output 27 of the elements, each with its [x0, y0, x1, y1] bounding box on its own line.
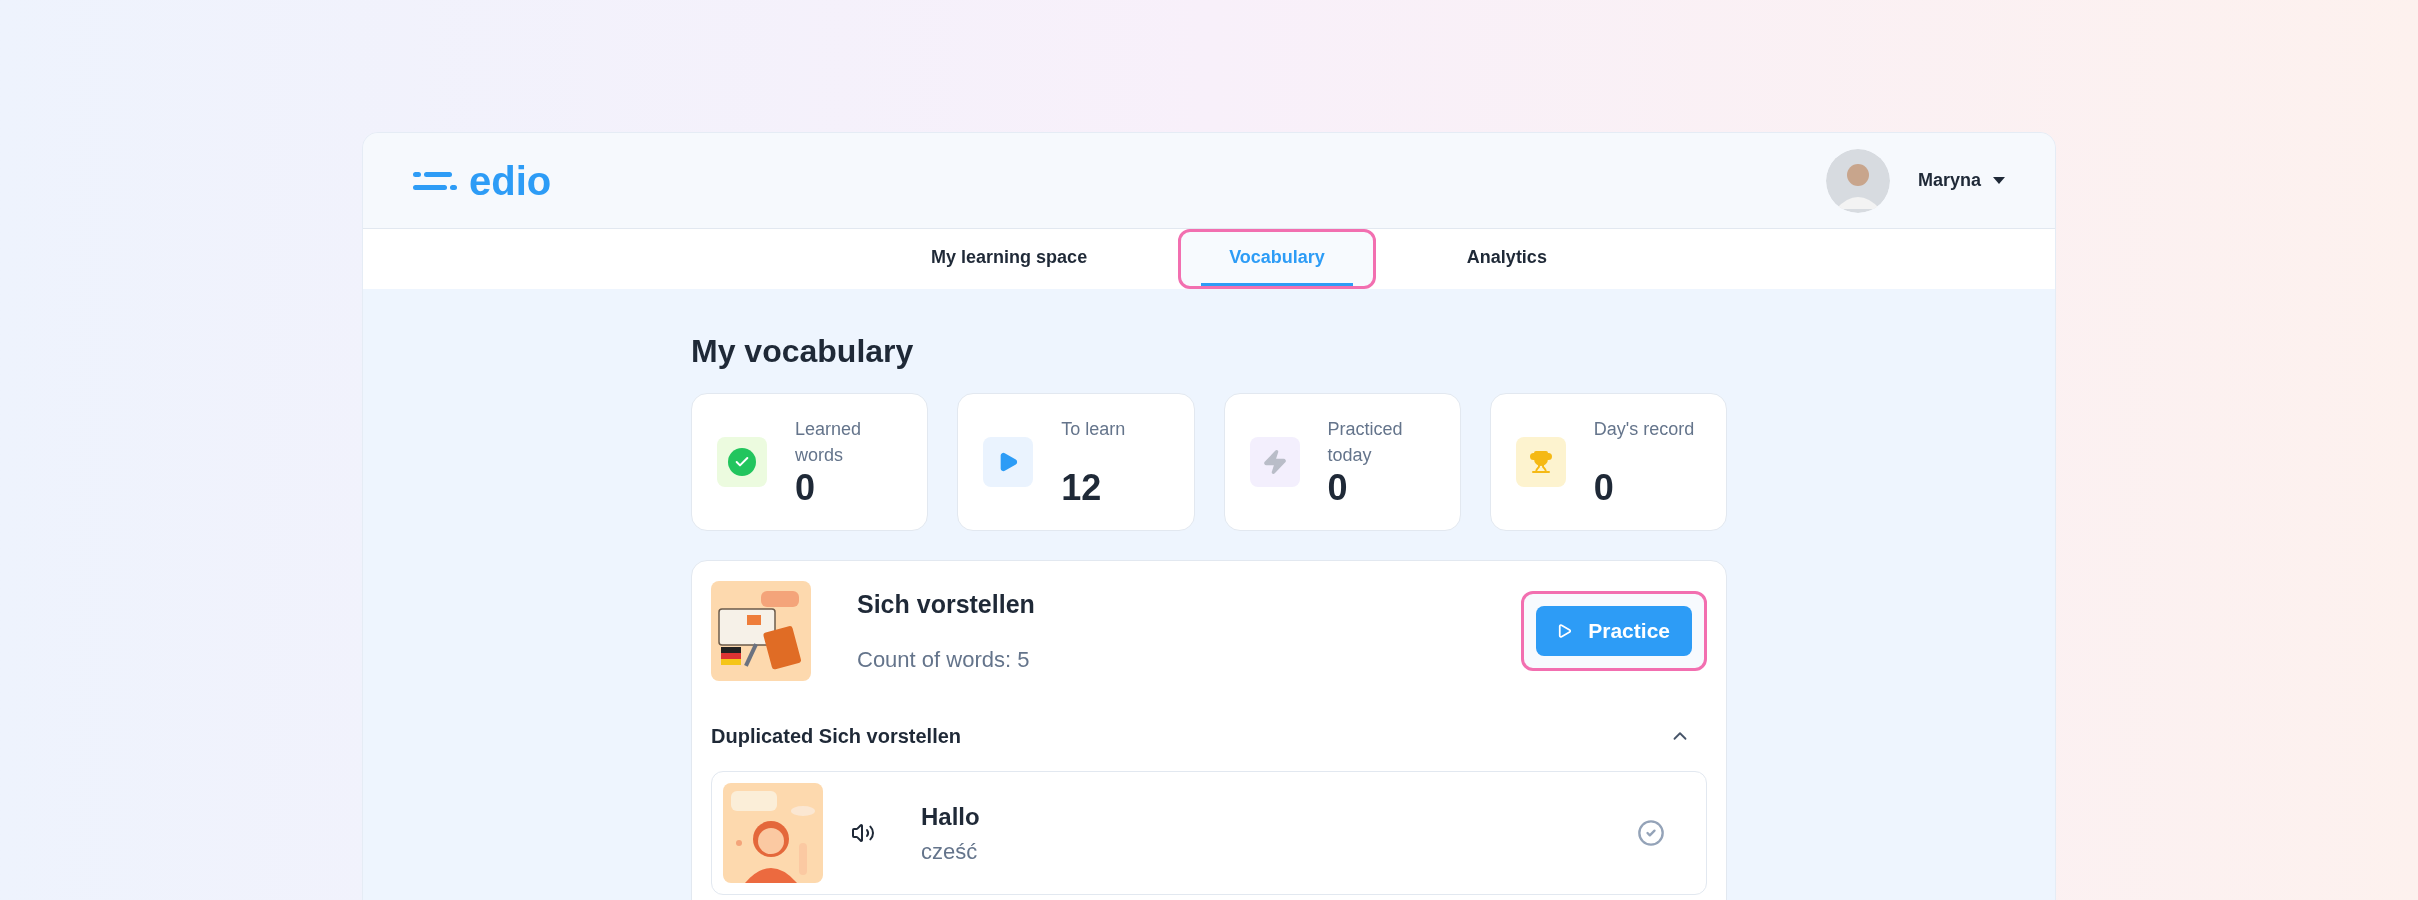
stat-label: Day's record: [1593, 418, 1696, 441]
logo-text: edio: [469, 160, 552, 201]
word-row[interactable]: Hallo cześć: [711, 771, 1707, 895]
check-icon: [728, 448, 756, 476]
trophy-icon: [1528, 450, 1553, 474]
stat-label: Learned words: [795, 418, 863, 467]
stat-value: 0: [1327, 468, 1349, 508]
speaker-icon[interactable]: [851, 821, 875, 845]
stat-label: Practiced today: [1327, 418, 1404, 467]
section-title: Duplicated Sich vorstellen: [711, 724, 962, 749]
word: Hallo: [921, 801, 981, 832]
stat-value: 0: [795, 468, 817, 508]
stat-label: To learn: [1061, 418, 1127, 441]
tab[interactable]: My learning space: [903, 229, 1116, 289]
lightning-icon: [1261, 449, 1288, 475]
translation: cześć: [921, 837, 979, 866]
caret-icon: [1993, 176, 2005, 185]
play-icon: [1558, 624, 1573, 638]
page-title: My vocabulary: [691, 332, 915, 371]
user-menu[interactable]: Maryna: [1917, 167, 2005, 194]
check-icon[interactable]: [1637, 819, 1665, 847]
stat-value: 0: [1593, 468, 1615, 508]
stat-value: 12: [1061, 468, 1103, 508]
word-count: Count of words: 5: [857, 646, 1031, 675]
logo-icon: [413, 169, 457, 192]
tab[interactable]: Analytics: [1438, 229, 1575, 289]
lesson-title: Sich vorstellen: [857, 588, 1036, 620]
